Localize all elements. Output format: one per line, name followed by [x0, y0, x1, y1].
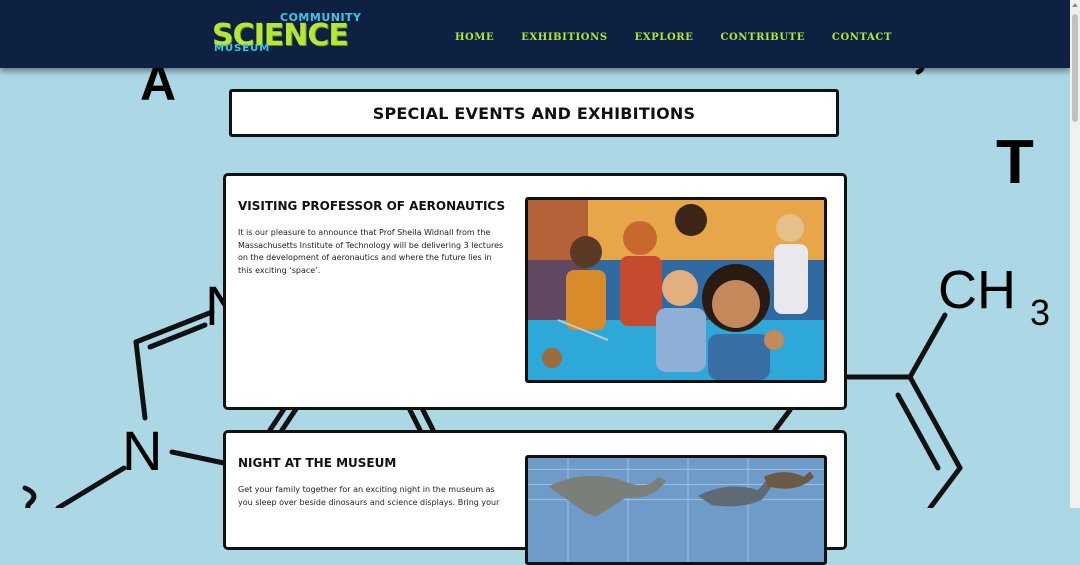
event-title: VISITING PROFESSOR OF AERONAUTICS	[238, 199, 506, 213]
nav-contact[interactable]: CONTACT	[832, 32, 892, 43]
nav-contribute[interactable]: CONTRIBUTE	[720, 32, 804, 43]
event-image	[525, 197, 827, 383]
event-description: It is our pleasure to announce that Prof…	[238, 228, 504, 275]
molecule-label-subscript: 3	[1030, 292, 1050, 333]
page-title: SPECIAL EVENTS AND EXHIBITIONS	[372, 103, 696, 123]
molecule-label-n: N	[122, 419, 162, 482]
nav-home[interactable]: HOME	[455, 32, 494, 43]
page-scrollbar[interactable]	[1070, 0, 1080, 508]
site-header: COMMUNITY SCIENCE MUSEUM HOME EXHIBITION…	[0, 0, 1070, 68]
site-logo[interactable]: COMMUNITY SCIENCE MUSEUM	[212, 10, 397, 56]
scroll-up-icon[interactable]	[1072, 3, 1078, 7]
logo-museum: MUSEUM	[214, 43, 271, 54]
event-description: Get your family together for an exciting…	[238, 485, 500, 507]
main-nav: HOME EXHIBITIONS EXPLORE CONTRIBUTE CONT…	[455, 32, 892, 43]
event-title: NIGHT AT THE MUSEUM	[238, 456, 397, 470]
event-card: NIGHT AT THE MUSEUM Get your family toge…	[223, 430, 847, 565]
nav-exhibitions[interactable]: EXHIBITIONS	[521, 32, 607, 43]
event-image	[525, 455, 827, 565]
event-card: VISITING PROFESSOR OF AERONAUTICS It is …	[223, 173, 847, 410]
page-title-box: SPECIAL EVENTS AND EXHIBITIONS	[229, 89, 839, 137]
scrollbar-thumb[interactable]	[1072, 14, 1078, 122]
nav-explore[interactable]: EXPLORE	[635, 32, 694, 43]
molecule-label-ch: CH	[938, 260, 1016, 320]
molecule-letter-t: T	[996, 128, 1034, 197]
